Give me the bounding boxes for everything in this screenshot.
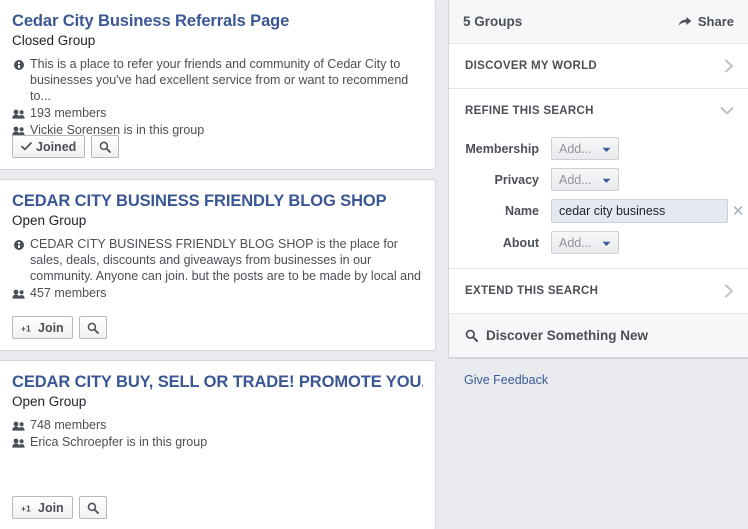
group-member-count: 748 members (30, 418, 107, 432)
search-sidebar: 5 Groups Share DISCOVER MY WORLD REFINE … (448, 0, 748, 529)
share-button[interactable]: Share (678, 14, 734, 29)
group-friend-row: Erica Schroepfer is in this group (12, 434, 423, 450)
section-label: EXTEND THIS SEARCH (465, 285, 599, 297)
about-select-value: Add... (559, 235, 592, 250)
group-results-list: Cedar City Business Referrals Page Close… (0, 0, 436, 529)
sidebar-section-refine-this-search: REFINE THIS SEARCH Membership Add... Pri… (449, 89, 748, 269)
search-results-page: Cedar City Business Referrals Page Close… (0, 0, 748, 529)
caret-down-icon (602, 236, 611, 250)
svg-text:+1: +1 (21, 323, 31, 332)
about-select[interactable]: Add... (551, 231, 619, 254)
add-friend-icon: +1 (21, 503, 34, 512)
filter-row-membership: Membership Add... (463, 137, 734, 160)
group-member-count: 193 members (30, 106, 107, 120)
join-button-label: Join (38, 320, 64, 335)
group-result-card[interactable]: Cedar City Business Referrals Page Close… (0, 0, 436, 170)
group-actions: +1 Join (12, 496, 113, 519)
chevron-down-icon (720, 106, 734, 116)
name-field-wrap: ✕ (551, 199, 748, 223)
join-button[interactable]: +1 Join (12, 496, 73, 519)
search-icon (87, 502, 99, 514)
group-member-count: 457 members (30, 286, 107, 300)
filter-row-privacy: Privacy Add... (463, 168, 734, 191)
members-icon (12, 418, 25, 434)
sidebar-section-toggle[interactable]: REFINE THIS SEARCH (449, 89, 748, 133)
close-x-icon[interactable]: ✕ (728, 204, 748, 219)
group-title[interactable]: CEDAR CITY BUY, SELL OR TRADE! PROMOTE Y… (12, 372, 423, 392)
join-button-label: Join (38, 500, 64, 515)
members-icon (12, 286, 25, 302)
sidebar-section-discover-my-world: DISCOVER MY WORLD (449, 44, 748, 89)
joined-button[interactable]: Joined (12, 135, 86, 158)
group-description-row: CEDAR CITY BUSINESS FRIENDLY BLOG SHOP i… (12, 236, 423, 284)
sidebar-section-toggle[interactable]: EXTEND THIS SEARCH (449, 269, 748, 313)
group-title[interactable]: CEDAR CITY BUSINESS FRIENDLY BLOG SHOP (12, 191, 423, 211)
sidebar-header: 5 Groups Share (449, 0, 748, 44)
filter-row-about: About Add... (463, 231, 734, 254)
sidebar-section-toggle[interactable]: DISCOVER MY WORLD (449, 44, 748, 88)
search-icon (99, 141, 112, 153)
group-privacy-label: Open Group (12, 394, 87, 409)
section-label: REFINE THIS SEARCH (465, 105, 594, 117)
members-icon (12, 106, 25, 122)
share-arrow-icon (678, 16, 692, 27)
group-friend-note: Erica Schroepfer is in this group (30, 435, 208, 449)
refine-filters: Membership Add... Privacy Add... Name ce… (449, 133, 748, 268)
group-members-row: 748 members (12, 417, 423, 433)
search-within-group-button[interactable] (78, 316, 107, 339)
search-within-group-button[interactable] (91, 135, 120, 158)
join-button[interactable]: +1 Join (12, 316, 73, 339)
add-friend-icon: +1 (21, 323, 34, 332)
name-input[interactable] (551, 199, 728, 223)
filter-label: Membership (465, 141, 539, 156)
group-description: CEDAR CITY BUSINESS FRIENDLY BLOG SHOP i… (30, 237, 421, 283)
privacy-select-value: Add... (559, 172, 592, 187)
membership-select[interactable]: Add... (551, 137, 619, 160)
sidebar-section-extend-this-search: EXTEND THIS SEARCH (449, 269, 748, 314)
group-description: This is a place to refer your friends an… (30, 57, 409, 103)
section-label: DISCOVER MY WORLD (465, 60, 598, 72)
group-members-row: 457 members (12, 285, 423, 301)
search-icon (87, 322, 99, 334)
joined-button-label: Joined (36, 139, 77, 154)
discover-something-new-button[interactable]: Discover Something New (449, 314, 748, 358)
give-feedback-link[interactable]: Give Feedback (448, 359, 748, 387)
group-actions: +1 Join (12, 316, 113, 339)
group-actions: Joined (12, 135, 125, 158)
discover-something-new-label: Discover Something New (486, 328, 649, 343)
group-privacy-label: Open Group (12, 213, 87, 228)
membership-select-value: Add... (559, 141, 592, 156)
caret-down-icon (602, 173, 611, 187)
filter-label: Privacy (494, 172, 539, 187)
sidebar-panel: 5 Groups Share DISCOVER MY WORLD REFINE … (448, 0, 748, 359)
chevron-right-icon (724, 284, 734, 298)
svg-text:+1: +1 (21, 503, 31, 512)
check-icon (21, 142, 32, 151)
caret-down-icon (602, 142, 611, 156)
group-members-row: 193 members (12, 105, 423, 121)
filter-label: Name (504, 204, 539, 218)
search-icon (465, 329, 478, 342)
chevron-right-icon (724, 59, 734, 73)
members-icon (12, 435, 25, 451)
results-count: 5 Groups (463, 14, 523, 29)
group-title[interactable]: Cedar City Business Referrals Page (12, 11, 423, 31)
group-privacy-label: Closed Group (12, 33, 96, 48)
share-label: Share (697, 14, 734, 29)
group-result-card[interactable]: CEDAR CITY BUSINESS FRIENDLY BLOG SHOP O… (0, 179, 436, 351)
filter-label: About (502, 235, 539, 250)
group-description-row: This is a place to refer your friends an… (12, 56, 423, 104)
info-icon (12, 57, 25, 73)
search-within-group-button[interactable] (78, 496, 107, 519)
filter-row-name: Name ✕ (463, 199, 744, 223)
info-icon (12, 237, 25, 253)
privacy-select[interactable]: Add... (551, 168, 619, 191)
group-result-card[interactable]: CEDAR CITY BUY, SELL OR TRADE! PROMOTE Y… (0, 360, 436, 529)
